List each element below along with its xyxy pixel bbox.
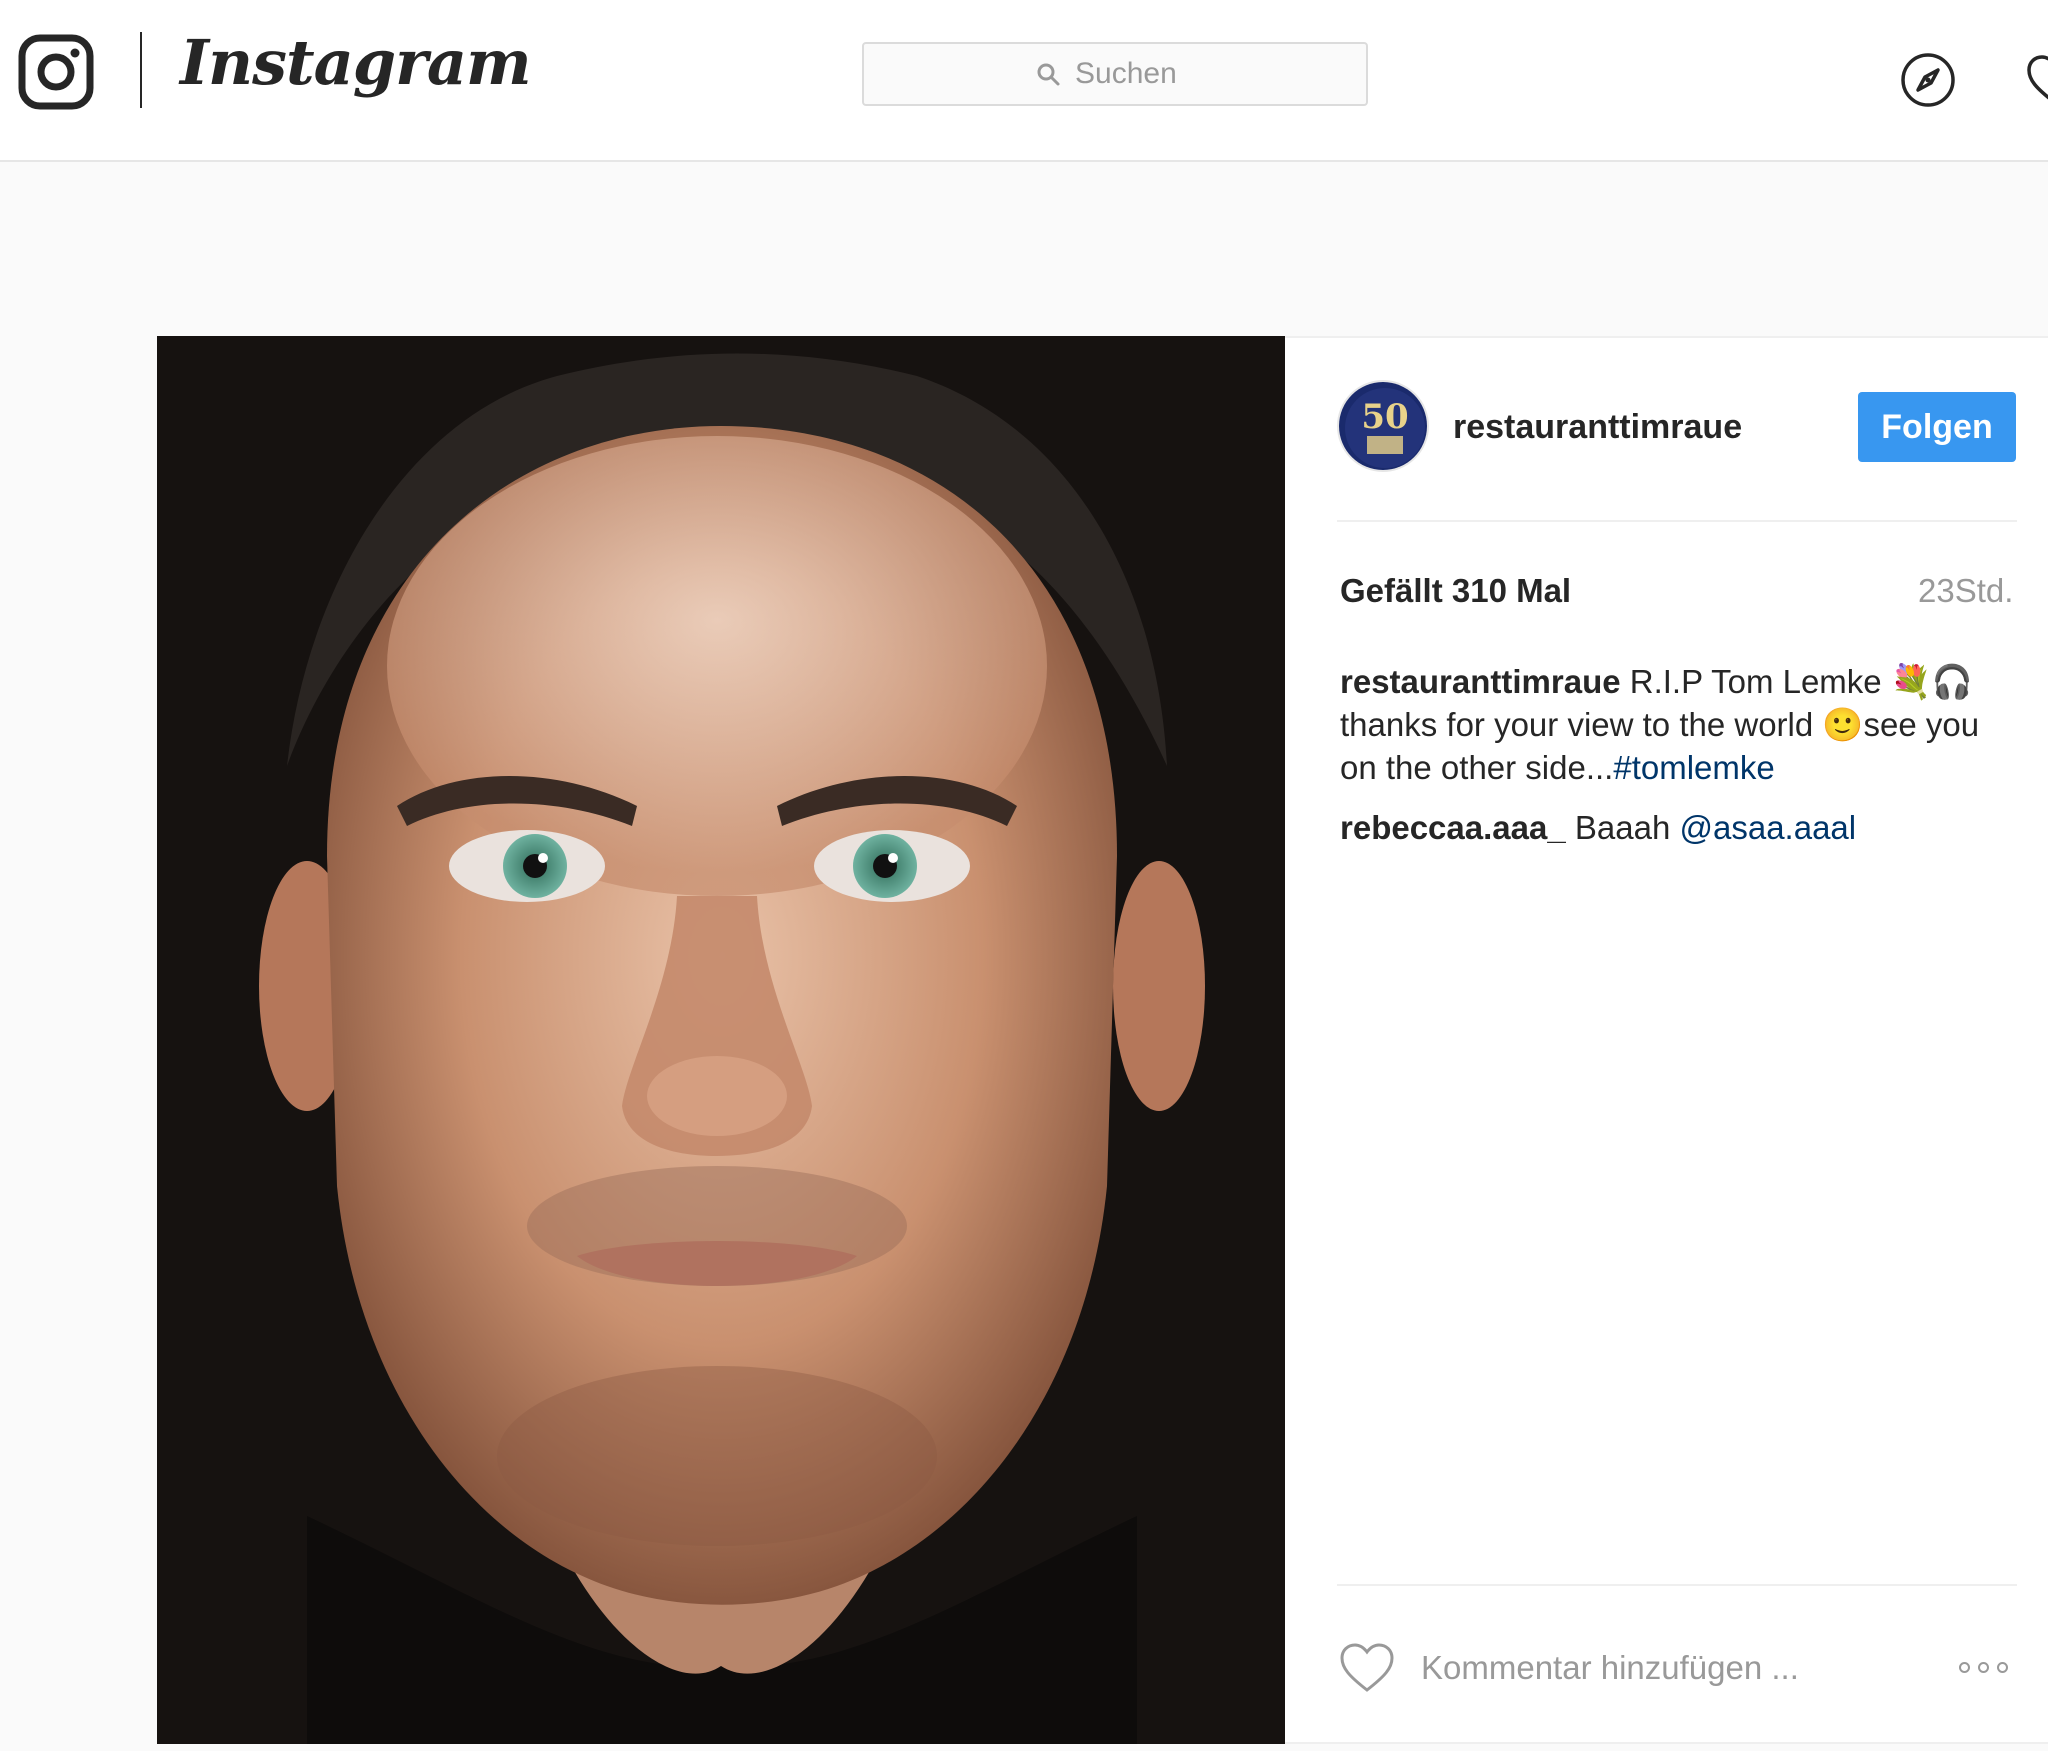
nav-divider	[140, 32, 142, 108]
post-details-panel: 50 restauranttimraue Folgen Gefällt 310 …	[1285, 336, 2048, 1744]
top-navigation: Instagram	[0, 0, 2048, 162]
search-box[interactable]	[862, 42, 1368, 106]
instagram-wordmark[interactable]: Instagram	[180, 26, 532, 99]
post-timestamp[interactable]: 23Std.	[1918, 572, 2013, 610]
caption-hashtag[interactable]: #tomlemke	[1613, 749, 1774, 786]
post-image[interactable]	[157, 336, 1285, 1744]
search-icon	[1035, 61, 1061, 87]
comment-text: Baaah	[1574, 809, 1671, 846]
header-divider	[1337, 520, 2017, 522]
instagram-camera-icon[interactable]	[18, 34, 94, 110]
comment-input[interactable]	[1421, 1640, 1881, 1696]
avatar-badge-text: 50	[1361, 397, 1408, 437]
actions-divider	[1337, 1584, 2017, 1586]
compass-icon[interactable]	[1900, 52, 1956, 108]
comment-username[interactable]: rebeccaa.aaa_	[1340, 809, 1575, 846]
avatar[interactable]: 50	[1337, 380, 1429, 472]
search-input[interactable]	[1075, 57, 1195, 91]
post-author-username[interactable]: restauranttimraue	[1453, 408, 1742, 447]
follow-button[interactable]: Folgen	[1858, 392, 2016, 462]
caption-username[interactable]: restauranttimraue	[1340, 663, 1630, 700]
post-caption: restauranttimraue R.I.P Tom Lemke 💐🎧 tha…	[1340, 660, 2020, 789]
activity-heart-icon[interactable]	[2026, 54, 2048, 106]
comment-mention[interactable]: @asaa.aaal	[1679, 809, 1856, 846]
comment-item: rebeccaa.aaa_ Baaah @asaa.aaal	[1340, 806, 2020, 849]
like-count[interactable]: Gefällt 310 Mal	[1340, 572, 1571, 610]
more-icon[interactable]	[1959, 1652, 2019, 1682]
heart-icon[interactable]	[1339, 1642, 1395, 1694]
